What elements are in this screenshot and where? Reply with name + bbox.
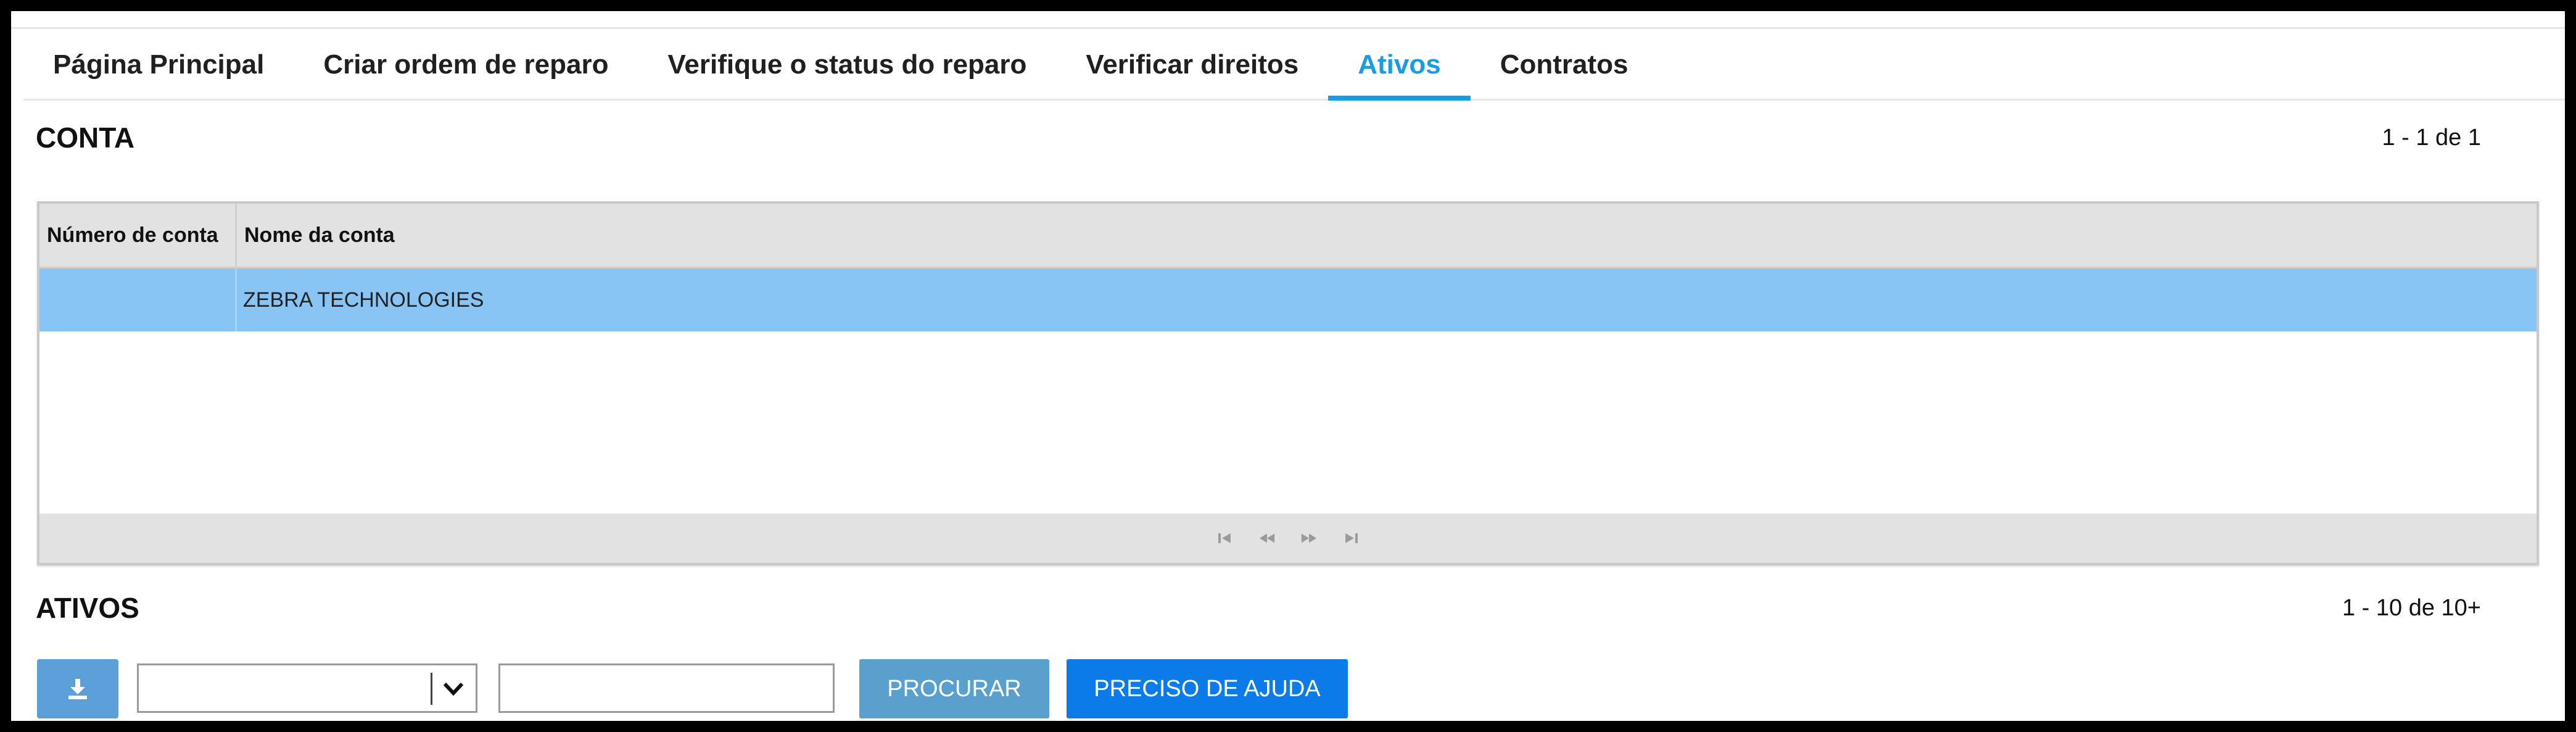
- tab-criar-ordem-de-reparo[interactable]: Criar ordem de reparo: [294, 31, 638, 99]
- account-grid-pagination: [39, 514, 2537, 563]
- need-help-button[interactable]: PRECISO DE AJUDA: [1067, 659, 1348, 718]
- download-button[interactable]: [37, 659, 118, 718]
- download-icon: [68, 679, 87, 699]
- asset-filter-select[interactable]: [137, 663, 477, 713]
- account-number-cell: [39, 268, 237, 331]
- column-header-account-number[interactable]: Número de conta: [39, 204, 237, 267]
- account-name-cell: ZEBRA TECHNOLOGIES: [243, 288, 484, 312]
- column-header-account-name[interactable]: Nome da conta: [237, 204, 395, 267]
- account-grid: Número de conta Nome da conta ZEBRA TECH…: [37, 201, 2539, 565]
- tab-verifique-status-reparo[interactable]: Verifique o status do reparo: [638, 31, 1057, 99]
- account-grid-header: Número de conta Nome da conta: [39, 204, 2537, 268]
- previous-page-icon[interactable]: [1258, 530, 1276, 547]
- tab-ativos[interactable]: Ativos: [1328, 31, 1471, 101]
- table-row[interactable]: ZEBRA TECHNOLOGIES: [39, 268, 2537, 331]
- asset-search-input[interactable]: [498, 663, 835, 713]
- assets-section-title: ATIVOS: [36, 592, 139, 624]
- next-page-icon[interactable]: [1300, 530, 1318, 547]
- account-section-title: CONTA: [36, 122, 135, 154]
- app-window: Página Principal Criar ordem de reparo V…: [11, 11, 2565, 721]
- tab-contratos[interactable]: Contratos: [1471, 31, 1658, 99]
- tab-pagina-principal[interactable]: Página Principal: [23, 31, 294, 99]
- first-page-icon[interactable]: [1216, 530, 1234, 547]
- main-tabs: Página Principal Criar ordem de reparo V…: [23, 31, 2565, 101]
- search-button[interactable]: PROCURAR: [859, 659, 1049, 718]
- select-divider: [431, 673, 432, 705]
- top-divider: [11, 27, 2565, 29]
- tab-verificar-direitos[interactable]: Verificar direitos: [1056, 31, 1328, 99]
- last-page-icon[interactable]: [1342, 530, 1360, 547]
- account-pager-text: 1 - 1 de 1: [2382, 125, 2481, 151]
- assets-pager-text: 1 - 10 de 10+: [2342, 595, 2481, 621]
- chevron-down-icon: [443, 682, 464, 696]
